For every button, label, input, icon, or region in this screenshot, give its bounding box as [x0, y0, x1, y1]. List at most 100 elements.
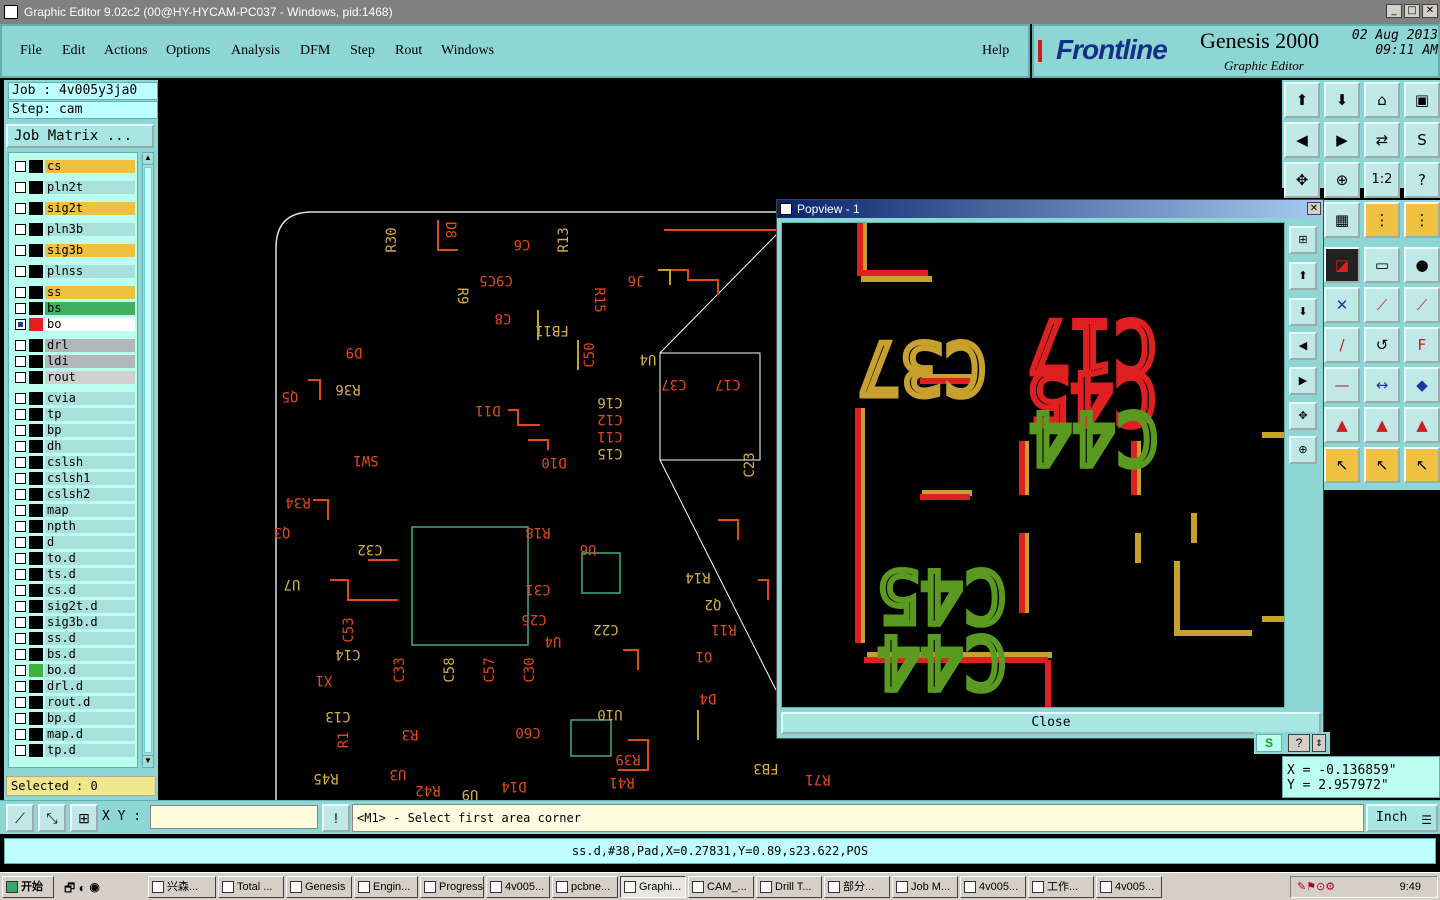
- layer-name[interactable]: cslsh1: [45, 472, 135, 485]
- layer-row-cslsh1[interactable]: cslsh1: [11, 471, 137, 486]
- layer-color-swatch[interactable]: [29, 664, 43, 677]
- layer-color-swatch[interactable]: [29, 160, 43, 173]
- triangle-tool-2-button[interactable]: ▲: [1364, 407, 1400, 443]
- popview-down-button[interactable]: ⬇: [1289, 298, 1317, 326]
- triangle-tool-3-button[interactable]: ▲: [1404, 407, 1440, 443]
- layer-color-swatch[interactable]: [29, 744, 43, 757]
- layer-row-cs-d[interactable]: cs.d: [11, 583, 137, 598]
- layer-name[interactable]: bs.d: [45, 648, 135, 661]
- menu-step[interactable]: Step: [350, 43, 375, 59]
- layer-row-cslsh2[interactable]: cslsh2: [11, 487, 137, 502]
- layer-checkbox[interactable]: [15, 713, 26, 724]
- layer-checkbox[interactable]: [15, 489, 26, 500]
- layer-color-swatch[interactable]: [29, 302, 43, 315]
- grid-button[interactable]: ▦: [1324, 202, 1360, 238]
- layer-color-swatch[interactable]: [29, 339, 43, 352]
- layer-row-bo[interactable]: bo: [11, 317, 137, 332]
- layer-name[interactable]: npth: [45, 520, 135, 533]
- layer-checkbox[interactable]: [15, 537, 26, 548]
- layer-checkbox[interactable]: [15, 372, 26, 383]
- layer-row-bp-d[interactable]: bp.d: [11, 711, 137, 726]
- layer-checkbox[interactable]: [15, 617, 26, 628]
- layer-name[interactable]: sig3b: [45, 244, 135, 257]
- popview-title-bar[interactable]: Popview - 1 ✕: [777, 200, 1323, 218]
- layer-row-tp-d[interactable]: tp.d: [11, 743, 137, 758]
- popview-fit-button[interactable]: ✥: [1289, 402, 1317, 430]
- layer-checkbox[interactable]: [15, 649, 26, 660]
- layer-checkbox[interactable]: [15, 161, 26, 172]
- menu-file[interactable]: File: [20, 43, 42, 59]
- layer-color-swatch[interactable]: [29, 244, 43, 257]
- spin-arrows-icon[interactable]: ⇕: [1312, 734, 1326, 752]
- menu-edit[interactable]: Edit: [62, 43, 85, 59]
- taskbar-item[interactable]: Job M...: [892, 876, 958, 898]
- job-matrix-button[interactable]: Job Matrix ...: [6, 124, 154, 148]
- layer-row-ss[interactable]: ss: [11, 285, 137, 300]
- layer-name[interactable]: pln3b: [45, 223, 135, 236]
- scroll-down-arrow[interactable]: ▼: [143, 755, 153, 767]
- layer-checkbox[interactable]: [15, 569, 26, 580]
- layer-row-drl-d[interactable]: drl.d: [11, 679, 137, 694]
- layer-row-sig2t[interactable]: sig2t: [11, 201, 137, 216]
- net-tool-button[interactable]: ⋮: [1364, 202, 1400, 238]
- add-line-button[interactable]: ⟋: [1364, 287, 1400, 323]
- layer-color-swatch[interactable]: [29, 616, 43, 629]
- layer-row-to-d[interactable]: to.d: [11, 551, 137, 566]
- layer-name[interactable]: cs.d: [45, 584, 135, 597]
- layer-row-drl[interactable]: drl: [11, 338, 137, 353]
- layer-checkbox[interactable]: [15, 287, 26, 298]
- layer-checkbox[interactable]: [15, 340, 26, 351]
- taskbar-item[interactable]: 部分...: [824, 876, 890, 898]
- layer-name[interactable]: tp: [45, 408, 135, 421]
- swap-view-button[interactable]: ⇄: [1364, 122, 1400, 158]
- add-pad-button[interactable]: ⟋: [1404, 287, 1440, 323]
- triangle-tool-button[interactable]: ▲: [1324, 407, 1360, 443]
- arc-button[interactable]: ↺: [1364, 327, 1400, 363]
- pad-button[interactable]: ●: [1404, 247, 1440, 283]
- ie-icon[interactable]: ◐: [79, 881, 86, 895]
- layer-checkbox[interactable]: [15, 665, 26, 676]
- text-tool-button[interactable]: F: [1404, 327, 1440, 363]
- layer-row-rout[interactable]: rout: [11, 370, 137, 385]
- layer-checkbox[interactable]: [15, 585, 26, 596]
- layer-row-sig3b[interactable]: sig3b: [11, 243, 137, 258]
- layer-checkbox[interactable]: [15, 425, 26, 436]
- layer-name[interactable]: ts.d: [45, 568, 135, 581]
- maximize-button[interactable]: □: [1404, 4, 1420, 18]
- layer-checkbox[interactable]: [15, 681, 26, 692]
- unit-selector[interactable]: Inch ☰: [1366, 804, 1438, 832]
- popview-close-icon[interactable]: ✕: [1307, 202, 1321, 215]
- select-tool-button[interactable]: ↖: [1324, 447, 1360, 483]
- layer-name[interactable]: ss.d: [45, 632, 135, 645]
- layer-color-swatch[interactable]: [29, 440, 43, 453]
- desktop-icon[interactable]: 🗗: [64, 881, 75, 895]
- layer-name[interactable]: map: [45, 504, 135, 517]
- layer-row-bo-d[interactable]: bo.d: [11, 663, 137, 678]
- layer-color-swatch[interactable]: [29, 318, 43, 331]
- layer-checkbox[interactable]: [15, 745, 26, 756]
- taskbar-item[interactable]: 4v005...: [960, 876, 1026, 898]
- layer-name[interactable]: rout: [45, 371, 135, 384]
- layer-row-plnss[interactable]: plnss: [11, 264, 137, 279]
- layer-row-sig2t-d[interactable]: sig2t.d: [11, 599, 137, 614]
- layer-checkbox[interactable]: [15, 473, 26, 484]
- minimize-button[interactable]: _: [1386, 4, 1402, 18]
- layer-checkbox[interactable]: [15, 441, 26, 452]
- layer-checkbox[interactable]: [15, 505, 26, 516]
- layer-color-swatch[interactable]: [29, 392, 43, 405]
- cross-tool-icon[interactable]: ⤡: [38, 804, 66, 832]
- snap-toggle-icon[interactable]: S: [1256, 734, 1282, 752]
- fit-view-button[interactable]: ✥: [1284, 162, 1320, 198]
- layer-color-swatch[interactable]: [29, 728, 43, 741]
- layer-checkbox[interactable]: [15, 521, 26, 532]
- layer-checkbox[interactable]: [15, 633, 26, 644]
- layer-row-sig3b-d[interactable]: sig3b.d: [11, 615, 137, 630]
- layer-row-bs[interactable]: bs: [11, 301, 137, 316]
- layer-checkbox[interactable]: [15, 729, 26, 740]
- popview-close-button[interactable]: Close: [781, 712, 1321, 734]
- help-query-button[interactable]: ?: [1404, 162, 1440, 198]
- layer-row-d[interactable]: d: [11, 535, 137, 550]
- layer-name[interactable]: plnss: [45, 265, 135, 278]
- menu-dfm[interactable]: DFM: [300, 43, 330, 59]
- snap-button[interactable]: S: [1404, 122, 1440, 158]
